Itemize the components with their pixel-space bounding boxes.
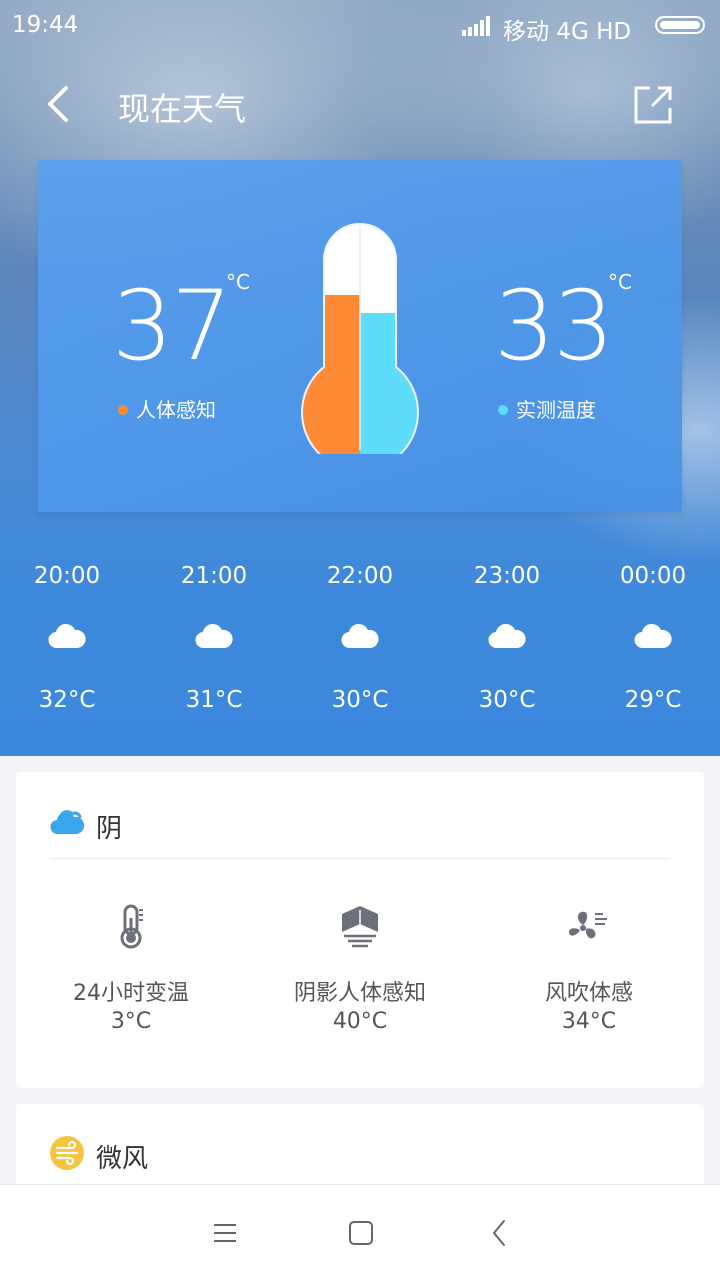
shade-icon bbox=[342, 906, 378, 948]
hourly-item: 22:00 30°C bbox=[326, 563, 394, 713]
system-nav-bar bbox=[0, 1184, 720, 1281]
condition-panel: 阴 24小时变温 3°C 阴影人体感知 40°C 风吹体感 34°C bbox=[16, 772, 704, 1088]
temperature-card: 37 °C 人体感知 33 °C 实测温度 bbox=[38, 160, 682, 512]
cloud-icon bbox=[341, 623, 379, 649]
condition-title: 阴 bbox=[96, 814, 123, 844]
menu-icon[interactable] bbox=[206, 1215, 242, 1251]
divider bbox=[50, 858, 670, 859]
cloudy-icon bbox=[50, 810, 84, 835]
metric-shade: 阴影人体感知 40°C bbox=[245, 902, 475, 1036]
hourly-item: 23:00 30°C bbox=[473, 563, 541, 713]
wind-icon bbox=[50, 1136, 84, 1170]
measured-unit: °C bbox=[608, 270, 632, 294]
cloud-icon bbox=[195, 623, 233, 649]
back-arrow-icon[interactable] bbox=[36, 80, 84, 128]
carrier-label: 移动 4G HD bbox=[503, 19, 632, 45]
back-icon[interactable] bbox=[482, 1215, 518, 1251]
wind-title: 微风 bbox=[96, 1144, 149, 1174]
hourly-item: 20:00 32°C bbox=[33, 563, 101, 713]
measured-value: 33 bbox=[494, 270, 614, 382]
page-title: 现在天气 bbox=[118, 90, 247, 128]
thermometer-icon bbox=[120, 904, 143, 949]
weather-hero: 19:44 移动 4G HD 现在天气 37 °C 人体感知 33 °C 实测温… bbox=[0, 0, 720, 756]
metric-temp-change: 24小时变温 3°C bbox=[16, 902, 246, 1036]
hourly-item: 00:00 29°C bbox=[619, 563, 687, 713]
thermometer-graphic bbox=[301, 222, 419, 454]
cyan-dot-icon bbox=[498, 404, 508, 415]
feels-like-value: 37 bbox=[112, 270, 232, 382]
cloud-icon bbox=[634, 623, 672, 649]
share-icon[interactable] bbox=[630, 82, 676, 128]
measured-legend: 实测温度 bbox=[498, 394, 596, 423]
signal-icon bbox=[462, 16, 490, 36]
status-bar: 19:44 移动 4G HD bbox=[0, 0, 720, 52]
hourly-item: 21:00 31°C bbox=[180, 563, 248, 713]
feels-like-legend: 人体感知 bbox=[118, 394, 216, 423]
battery-icon bbox=[655, 16, 705, 34]
cloud-icon bbox=[48, 623, 86, 649]
cloud-icon bbox=[488, 623, 526, 649]
home-icon[interactable] bbox=[343, 1215, 379, 1251]
feels-like-unit: °C bbox=[226, 270, 250, 294]
fan-wind-icon bbox=[569, 911, 607, 939]
orange-dot-icon bbox=[118, 404, 128, 415]
status-time: 19:44 bbox=[12, 12, 79, 38]
metric-wind-feel: 风吹体感 34°C bbox=[474, 902, 704, 1036]
title-bar: 现在天气 bbox=[0, 68, 720, 140]
